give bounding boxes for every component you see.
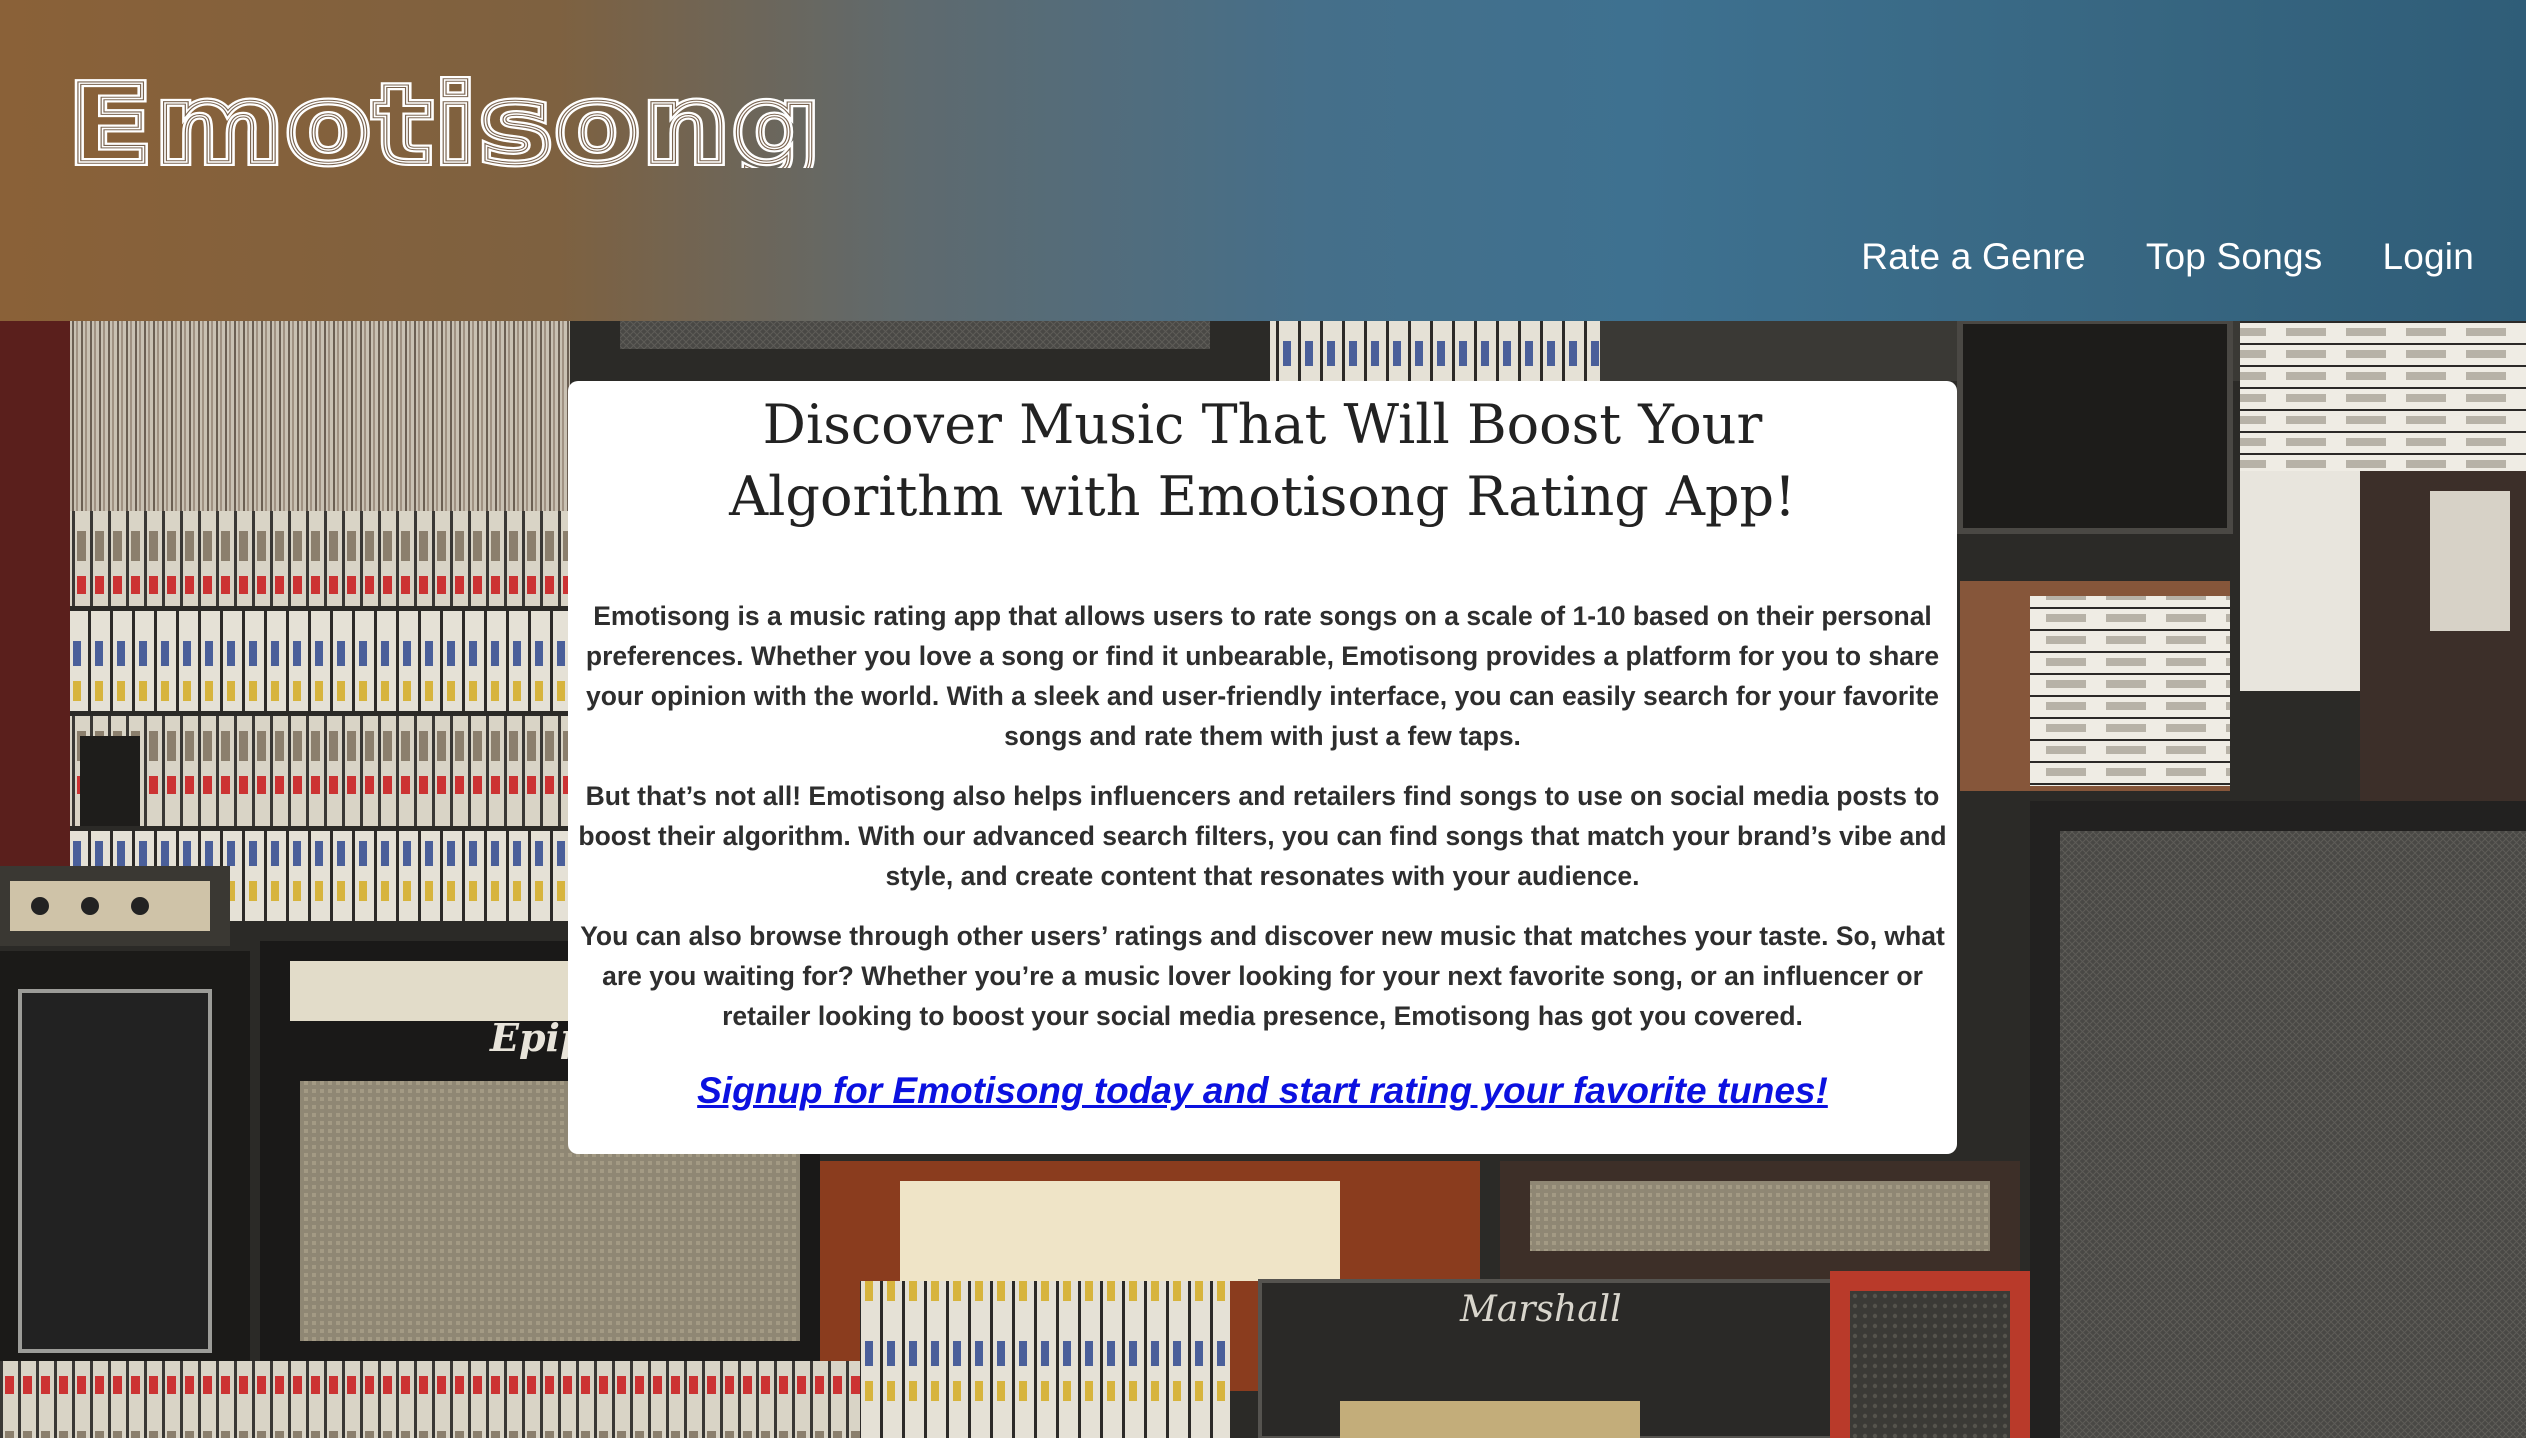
logo-text-core: Emotisong — [68, 68, 823, 168]
intro-paragraph-2: But that’s not all! Emotisong also helps… — [578, 781, 1947, 891]
logo[interactable]: Emotisong Emotisong Emotisong — [68, 68, 828, 168]
signup-link[interactable]: Signup for Emotisong today and start rat… — [697, 1070, 1828, 1112]
nav-top-songs[interactable]: Top Songs — [2146, 236, 2323, 278]
intro-paragraph-3: You can also browse through other users’… — [580, 921, 1945, 1031]
amp-brand-marshall: Marshall — [1459, 1289, 1622, 1330]
page-title: Discover Music That Will Boost Your Algo… — [729, 393, 1796, 528]
intro-card: Discover Music That Will Boost Your Algo… — [568, 381, 1957, 1154]
intro-paragraph-1: Emotisong is a music rating app that all… — [585, 601, 1940, 751]
nav-rate-a-genre[interactable]: Rate a Genre — [1861, 236, 2086, 278]
site-header: Emotisong Emotisong Emotisong Rate a Gen… — [0, 0, 2526, 321]
main-nav: Rate a Genre Top Songs Login — [1861, 236, 2474, 278]
nav-login[interactable]: Login — [2382, 236, 2474, 278]
